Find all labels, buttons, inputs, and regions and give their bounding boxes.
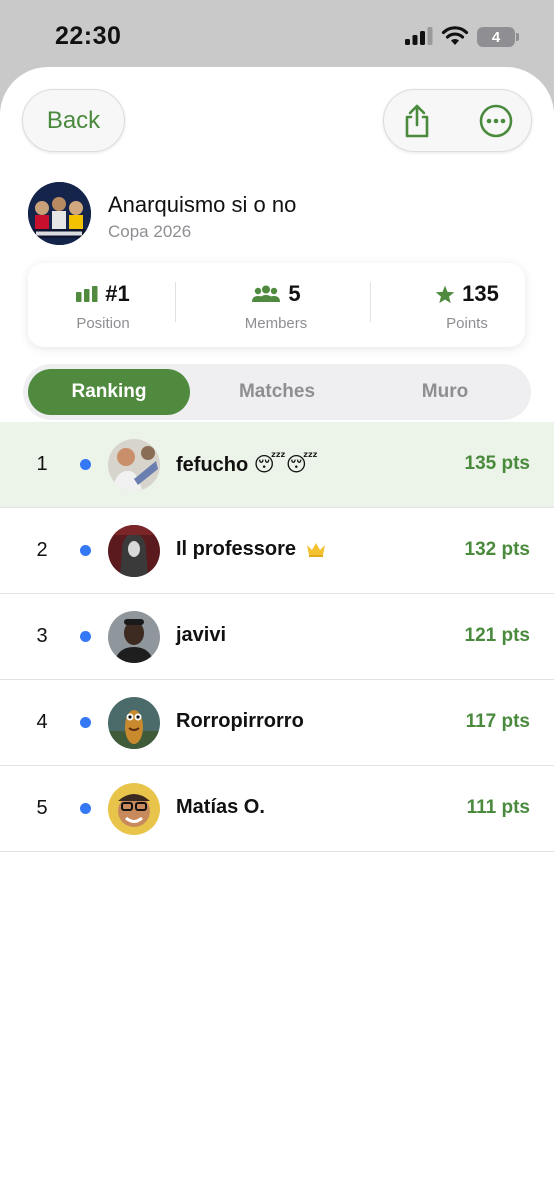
actions-pill <box>383 89 532 152</box>
rank-number: 3 <box>36 625 48 647</box>
online-dot <box>80 717 91 728</box>
online-dot <box>80 803 91 814</box>
stats-card: #1 Position 5 Members 135 Points <box>28 263 525 347</box>
people-icon <box>252 285 281 302</box>
member-points: 121 pts <box>464 625 530 646</box>
ranking-row[interactable]: 2 Il professore 132 pts <box>0 508 554 594</box>
member-name: javivi <box>176 624 227 646</box>
online-dot <box>80 459 91 470</box>
battery-level: 4 <box>491 28 501 46</box>
ranking-list: 1 fefucho 😴😴 135 pts 2 Il professore 132… <box>0 422 554 852</box>
avatar <box>108 439 160 491</box>
online-dot <box>80 545 91 556</box>
bar-chart-icon <box>76 286 98 302</box>
member-name: Rorropirrorro <box>176 710 304 732</box>
rank-number: 4 <box>36 711 48 733</box>
status-time: 22:30 <box>55 22 122 50</box>
stat-divider <box>175 282 176 322</box>
wifi-icon <box>441 26 469 45</box>
stat-divider <box>370 282 371 322</box>
crown-icon <box>307 543 325 557</box>
rank-number: 1 <box>36 453 48 475</box>
back-button[interactable]: Back <box>22 89 125 152</box>
stat-position-value: #1 <box>105 281 130 306</box>
stat-points-value: 135 <box>462 281 499 306</box>
ranking-row[interactable]: 3 javivi 121 pts <box>0 594 554 680</box>
stat-members-value: 5 <box>288 281 301 306</box>
member-name: Il professore <box>176 538 297 560</box>
segmented-tabs: Ranking Matches Muro <box>23 364 531 420</box>
member-points: 111 pts <box>466 797 530 818</box>
stat-position: #1 Position <box>28 263 178 347</box>
group-avatar <box>28 182 91 245</box>
member-name: Matías O. <box>176 796 265 818</box>
stat-members: 5 Members <box>201 263 351 347</box>
stat-position-label: Position <box>76 315 130 332</box>
share-icon[interactable] <box>400 103 434 139</box>
rank-number: 2 <box>36 539 48 561</box>
group-sheet: Back Anarquismo si o no Copa 2026 #1 Pos… <box>0 67 554 1200</box>
avatar <box>108 783 160 835</box>
tab-matches[interactable]: Matches <box>196 369 358 415</box>
group-title: Anarquismo si o no <box>108 192 297 217</box>
rank-number: 5 <box>36 797 48 819</box>
cellular-signal-icon <box>405 27 433 45</box>
star-icon <box>435 285 455 303</box>
ranking-row[interactable]: 5 Matías O. 111 pts <box>0 766 554 852</box>
stat-members-label: Members <box>244 315 308 332</box>
avatar <box>108 611 160 663</box>
status-bar: 22:30 4 <box>0 0 554 70</box>
tab-ranking[interactable]: Ranking <box>28 369 190 415</box>
online-dot <box>80 631 91 642</box>
member-points: 135 pts <box>464 453 530 474</box>
member-points: 132 pts <box>464 539 530 560</box>
avatar <box>108 697 160 749</box>
group-header: Anarquismo si o no Copa 2026 <box>28 182 528 248</box>
ranking-row[interactable]: 1 fefucho 😴😴 135 pts <box>0 422 554 508</box>
stat-points-label: Points <box>446 315 488 332</box>
group-subtitle: Copa 2026 <box>108 222 192 241</box>
stat-points: 135 Points <box>392 263 542 347</box>
avatar <box>108 525 160 577</box>
more-icon[interactable] <box>478 103 514 139</box>
ranking-row[interactable]: 4 Rorropirrorro 117 pts <box>0 680 554 766</box>
tab-muro[interactable]: Muro <box>364 369 526 415</box>
member-name: fefucho 😴😴 <box>176 454 318 476</box>
battery-icon: 4 <box>477 27 519 47</box>
member-points: 117 pts <box>465 711 530 732</box>
